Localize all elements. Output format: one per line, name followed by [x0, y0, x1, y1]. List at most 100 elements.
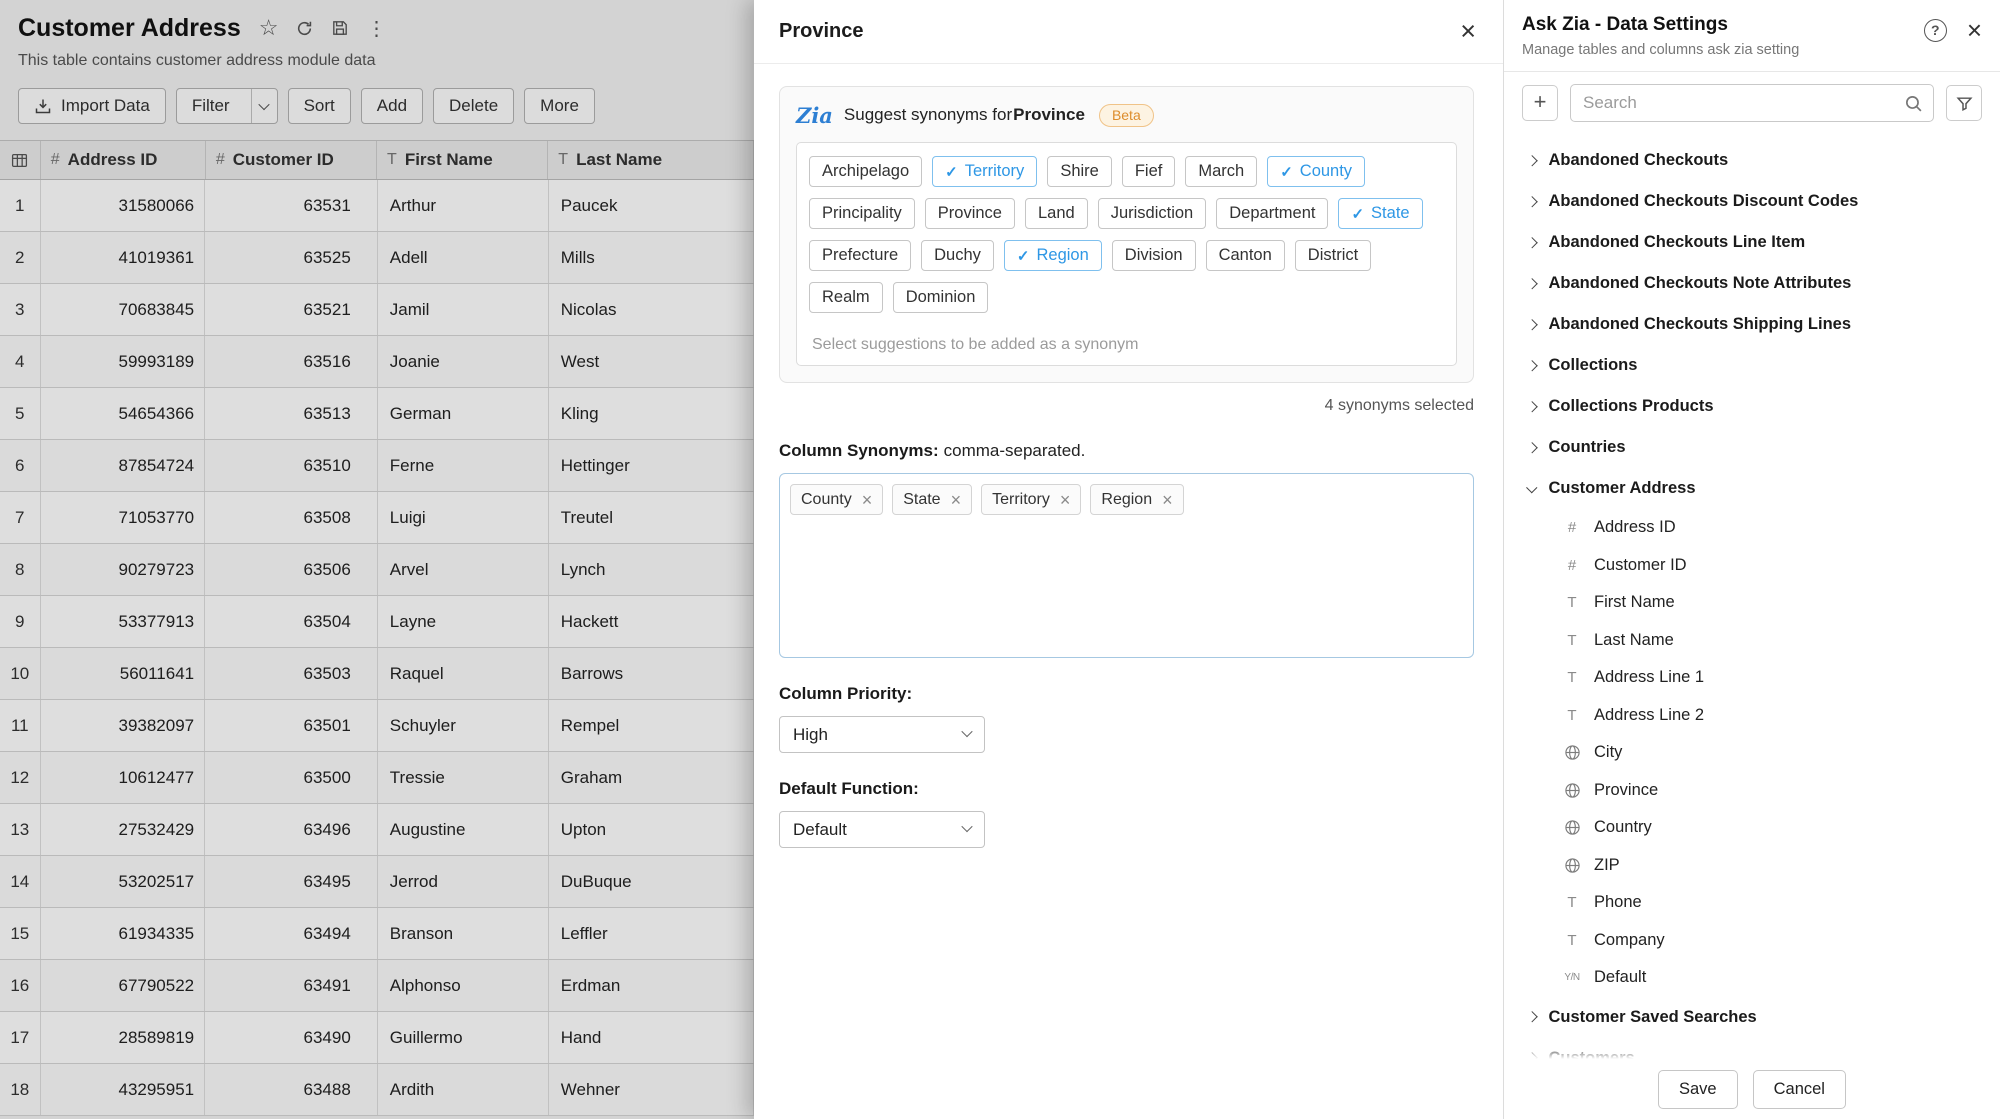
- tree-column-item[interactable]: T Last Name: [1504, 622, 2000, 660]
- synonym-suggestion-chip[interactable]: ✓ March: [1185, 156, 1257, 187]
- check-icon: ✓: [1351, 205, 1364, 223]
- chevron-icon: [1526, 482, 1537, 493]
- tree-column-item[interactable]: # Address ID: [1504, 509, 2000, 547]
- synonym-suggestion-chip[interactable]: ✓ Archipelago: [809, 156, 922, 187]
- beta-badge: Beta: [1099, 104, 1154, 127]
- synonyms-selected-count: 4 synonyms selected: [779, 397, 1474, 415]
- synonym-suggestion-chip[interactable]: ✓ Division: [1112, 240, 1196, 271]
- text-column-icon: T: [1562, 707, 1582, 724]
- synonym-tag: Territory ×: [981, 484, 1081, 515]
- chevron-icon: [1526, 1012, 1537, 1023]
- text-column-icon: T: [1562, 632, 1582, 649]
- number-column-icon: #: [1562, 519, 1582, 536]
- tree-column-item[interactable]: T Address Line 1: [1504, 659, 2000, 697]
- chevron-down-icon: [961, 725, 972, 736]
- remove-tag-icon[interactable]: ×: [862, 491, 873, 509]
- tree-column-item[interactable]: ZIP: [1504, 847, 2000, 885]
- tree-table-item[interactable]: Abandoned Checkouts: [1504, 140, 2000, 181]
- panel-title: Ask Zia - Data Settings: [1522, 13, 1982, 37]
- tree-table-item[interactable]: Abandoned Checkouts Line Item: [1504, 222, 2000, 263]
- modal-close-icon[interactable]: ×: [1460, 18, 1476, 45]
- text-column-icon: T: [1562, 669, 1582, 686]
- remove-tag-icon[interactable]: ×: [1162, 491, 1173, 509]
- synonym-suggestion-chip[interactable]: ✓ Duchy: [921, 240, 994, 271]
- suggest-heading: Suggest synonyms forProvince: [844, 105, 1085, 125]
- chevron-icon: [1526, 401, 1537, 412]
- tree-table-item[interactable]: Collections Products: [1504, 386, 2000, 427]
- default-function-value: Default: [793, 820, 847, 840]
- synonym-suggestion-chip[interactable]: ✓ Principality: [809, 198, 915, 229]
- help-icon[interactable]: ?: [1924, 19, 1947, 42]
- chevron-icon: [1526, 360, 1537, 371]
- default-function-label: Default Function:: [779, 779, 1474, 799]
- check-icon: ✓: [945, 163, 958, 181]
- tree-table-item[interactable]: Collections: [1504, 345, 2000, 386]
- synonym-suggestion-chip[interactable]: ✓ State: [1338, 198, 1422, 229]
- chevron-icon: [1526, 237, 1537, 248]
- chevron-down-icon: [961, 820, 972, 831]
- synonym-suggestion-chip[interactable]: ✓ Territory: [932, 156, 1037, 187]
- check-icon: ✓: [1017, 247, 1030, 265]
- synonym-suggestion-chip[interactable]: ✓ Department: [1216, 198, 1328, 229]
- synonym-suggestion-chip[interactable]: ✓ Canton: [1206, 240, 1285, 271]
- geo-column-icon: [1562, 782, 1582, 799]
- number-column-icon: #: [1562, 557, 1582, 574]
- synonym-suggestion-chip[interactable]: ✓ Shire: [1047, 156, 1112, 187]
- filter-tables-button[interactable]: [1946, 85, 1982, 121]
- synonym-suggestion-chip[interactable]: ✓ Realm: [809, 282, 883, 313]
- tree-table-item[interactable]: Abandoned Checkouts Discount Codes: [1504, 181, 2000, 222]
- synonym-tag: County ×: [790, 484, 883, 515]
- tree-column-item[interactable]: City: [1504, 734, 2000, 772]
- synonym-suggestion-chip[interactable]: ✓ Fief: [1122, 156, 1176, 187]
- synonym-suggestion-chip[interactable]: ✓ Land: [1025, 198, 1088, 229]
- column-priority-select[interactable]: High: [779, 716, 985, 753]
- synonym-suggestions-box: ✓ Archipelago ✓ Territory ✓ Shire ✓ Fief…: [796, 142, 1457, 366]
- tree-table-item[interactable]: Customer Saved Searches: [1504, 997, 2000, 1038]
- tree-column-item[interactable]: Country: [1504, 809, 2000, 847]
- tree-column-item[interactable]: T Address Line 2: [1504, 697, 2000, 735]
- tree-table-item[interactable]: Abandoned Checkouts Note Attributes: [1504, 263, 2000, 304]
- search-icon: [1904, 94, 1923, 113]
- synonym-suggestion-chip[interactable]: ✓ Dominion: [893, 282, 989, 313]
- synonym-tag: State ×: [892, 484, 972, 515]
- chevron-icon: [1526, 278, 1537, 289]
- funnel-icon: [1956, 95, 1973, 112]
- synonym-suggestion-chip[interactable]: ✓ Province: [925, 198, 1015, 229]
- default-function-select[interactable]: Default: [779, 811, 985, 848]
- synonym-suggestion-chip[interactable]: ✓ Jurisdiction: [1098, 198, 1207, 229]
- modal-scrim[interactable]: [0, 0, 754, 1119]
- tree-column-item[interactable]: T First Name: [1504, 584, 2000, 622]
- column-priority-value: High: [793, 725, 828, 745]
- tree-column-item[interactable]: T Company: [1504, 922, 2000, 960]
- synonym-tag: Region ×: [1090, 484, 1183, 515]
- panel-footer: Save Cancel: [1504, 1059, 2000, 1119]
- boolean-column-icon: Y/N: [1562, 972, 1582, 983]
- column-priority-label: Column Priority:: [779, 684, 1474, 704]
- data-settings-panel: Ask Zia - Data Settings Manage tables an…: [1503, 0, 2000, 1119]
- tree-column-item[interactable]: Y/N Default: [1504, 959, 2000, 997]
- tree-table-item[interactable]: Countries: [1504, 427, 2000, 468]
- tree-table-item[interactable]: Abandoned Checkouts Shipping Lines: [1504, 304, 2000, 345]
- synonym-suggestion-chip[interactable]: ✓ Region: [1004, 240, 1102, 271]
- search-input[interactable]: [1583, 93, 1904, 113]
- panel-close-icon[interactable]: ×: [1967, 17, 1982, 43]
- synonym-suggestion-chip[interactable]: ✓ Prefecture: [809, 240, 911, 271]
- zia-suggestion-card: Zia Suggest synonyms forProvince Beta ✓ …: [779, 86, 1474, 383]
- geo-column-icon: [1562, 857, 1582, 874]
- search-box[interactable]: [1570, 84, 1934, 122]
- synonym-chip-list: ✓ Archipelago ✓ Territory ✓ Shire ✓ Fief…: [809, 156, 1444, 313]
- tree-column-item[interactable]: Province: [1504, 772, 2000, 810]
- save-button[interactable]: Save: [1658, 1070, 1738, 1109]
- tree-table-item[interactable]: Customer Address: [1504, 468, 2000, 509]
- remove-tag-icon[interactable]: ×: [951, 491, 962, 509]
- tree-column-item[interactable]: # Customer ID: [1504, 547, 2000, 585]
- synonym-suggestion-chip[interactable]: ✓ County: [1267, 156, 1365, 187]
- cancel-button[interactable]: Cancel: [1753, 1070, 1846, 1109]
- add-table-button[interactable]: +: [1522, 85, 1558, 121]
- tree-column-item[interactable]: T Phone: [1504, 884, 2000, 922]
- synonym-suggestion-chip[interactable]: ✓ District: [1295, 240, 1371, 271]
- chevron-icon: [1526, 196, 1537, 207]
- remove-tag-icon[interactable]: ×: [1060, 491, 1071, 509]
- column-synonyms-input[interactable]: County × State × Territory × Region ×: [779, 473, 1474, 658]
- chevron-icon: [1526, 155, 1537, 166]
